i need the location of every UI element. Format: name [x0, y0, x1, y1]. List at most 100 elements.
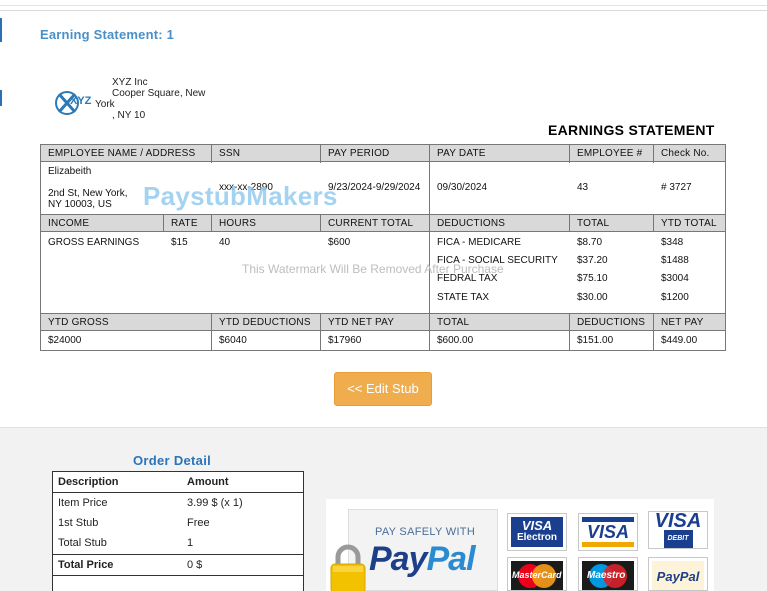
lock-icon — [330, 544, 366, 591]
income-hours: 40 — [219, 237, 231, 248]
company-address: XYZ Inc Cooper Square, New York , NY 10 — [95, 77, 215, 121]
deduction-ytd: $1200 — [661, 292, 689, 303]
column-divider — [320, 145, 321, 163]
mastercard-card-icon: MasterCard — [507, 557, 567, 591]
column-divider — [163, 214, 164, 232]
paypal-logo-pay: Pay — [369, 540, 427, 578]
order-row-amount: 3.99 $ (x 1) — [187, 497, 243, 509]
payment-methods-box: PAY SAFELY WITH PayPal VISA Electron VIS… — [326, 499, 714, 591]
column-divider — [653, 145, 654, 163]
column-divider — [211, 313, 212, 350]
maestro-card-icon: Maestro — [578, 557, 638, 591]
header-hours: HOURS — [219, 218, 257, 229]
order-row-amount: 1 — [187, 537, 194, 549]
order-header-description: Description — [58, 476, 119, 488]
deduction-ytd: $1488 — [661, 255, 689, 266]
card-label: PayPal — [656, 568, 700, 584]
employee-header-row: EMPLOYEE NAME / ADDRESS SSN PAY PERIOD P… — [41, 144, 725, 162]
paypal-logo-pal: Pal — [426, 540, 476, 578]
order-detail-title: Order Detail — [133, 453, 212, 468]
summary-deductions: $151.00 — [577, 335, 614, 346]
pay-safely-label: PAY SAFELY WITH — [375, 526, 476, 538]
header-ytd-net-pay: YTD NET PAY — [328, 317, 395, 328]
company-name: XYZ Inc — [112, 77, 148, 88]
order-row-description: Total Stub — [58, 537, 107, 549]
order-row: Total Stub 1 — [53, 533, 303, 553]
income-rate: $15 — [171, 237, 188, 248]
header-deductions: DEDUCTIONS — [437, 218, 506, 229]
column-divider — [653, 214, 654, 232]
edit-stub-button[interactable]: << Edit Stub — [334, 372, 432, 406]
column-divider — [211, 214, 212, 232]
deduction-total: $37.20 — [577, 255, 608, 266]
company-address-line3: , NY 10 — [112, 110, 146, 121]
employee-address-line1: 2nd St, New York, — [48, 188, 128, 199]
watermark-brand: PaystubMakers — [143, 181, 338, 211]
column-divider — [653, 313, 654, 350]
visa-card-icon: VISA — [578, 513, 638, 551]
header-ytd-total: YTD TOTAL — [661, 218, 717, 229]
header-summary-deductions: DEDUCTIONS — [577, 317, 646, 328]
order-row-amount: Free — [187, 517, 210, 529]
income-current-total: $600 — [328, 237, 351, 248]
pay-period: 9/23/2024-9/29/2024 — [328, 182, 421, 193]
employee-name: Elizabeith — [48, 166, 92, 177]
summary-total: $600.00 — [437, 335, 474, 346]
header-check-number: Check No. — [661, 148, 710, 159]
summary-header-row: YTD GROSS YTD DEDUCTIONS YTD NET PAY TOT… — [41, 313, 725, 331]
column-divider — [569, 214, 570, 232]
header-rate: RATE — [171, 218, 198, 229]
deduction-ytd: $3004 — [661, 273, 689, 284]
header-summary-total: TOTAL — [437, 317, 470, 328]
employee-address-line2: NY 10003, US — [48, 199, 112, 210]
header-employee-name: EMPLOYEE NAME / ADDRESS — [48, 148, 196, 159]
visa-electron-card-icon: VISA Electron — [507, 513, 567, 551]
left-accent-bar — [0, 18, 2, 42]
header-total: TOTAL — [577, 218, 610, 229]
paypal-checkout-panel[interactable]: PAY SAFELY WITH PayPal — [348, 509, 498, 591]
column-divider — [320, 313, 321, 350]
paypal-card-icon: PayPal — [648, 557, 708, 591]
column-divider — [569, 313, 570, 350]
section-title: Earning Statement: 1 — [40, 27, 175, 42]
header-ssn: SSN — [219, 148, 241, 159]
header-pay-date: PAY DATE — [437, 148, 486, 159]
header-net-pay: NET PAY — [661, 317, 704, 328]
column-divider — [320, 214, 321, 232]
card-label: MasterCard — [512, 570, 562, 580]
company-logo-text: XYZ — [70, 95, 92, 107]
order-row-description: Item Price — [58, 497, 108, 509]
header-current-total: CURRENT TOTAL — [328, 218, 414, 229]
card-label: VISA — [521, 518, 553, 533]
order-header-amount: Amount — [187, 476, 229, 488]
top-divider — [0, 5, 767, 6]
column-divider — [211, 145, 212, 163]
deduction-total: $30.00 — [577, 292, 608, 303]
deduction-ytd: $348 — [661, 237, 684, 248]
paypal-logo: PayPal — [369, 540, 476, 579]
company-address-line2: York — [95, 99, 115, 110]
company-address-line1: Cooper Square, New — [112, 88, 206, 99]
card-label: VISA — [586, 521, 629, 542]
deduction-total: $8.70 — [577, 237, 603, 248]
income-label: GROSS EARNINGS — [48, 237, 140, 248]
header-income: INCOME — [48, 218, 90, 229]
ytd-net-pay: $17960 — [328, 335, 362, 346]
order-total-row: Total Price 0 $ — [53, 555, 303, 575]
ytd-deductions: $6040 — [219, 335, 247, 346]
deduction-total: $75.10 — [577, 273, 608, 284]
visa-debit-card-icon: VISA DEBIT — [648, 511, 708, 549]
card-sublabel: DEBIT — [663, 530, 693, 548]
earnings-header-row: INCOME RATE HOURS CURRENT TOTAL DEDUCTIO… — [41, 214, 725, 232]
order-total-label: Total Price — [58, 559, 114, 571]
order-total-value: 0 $ — [187, 559, 203, 571]
order-divider — [53, 575, 303, 576]
left-accent-bar-2 — [0, 90, 2, 106]
statement-title: EARNINGS STATEMENT — [548, 122, 715, 138]
ytd-gross: $24000 — [48, 335, 82, 346]
header-pay-period: PAY PERIOD — [328, 148, 390, 159]
header-ytd-gross: YTD GROSS — [48, 317, 109, 328]
watermark-notice: This Watermark Will Be Removed After Pur… — [242, 262, 504, 276]
order-row: Item Price 3.99 $ (x 1) — [53, 493, 303, 513]
order-row: 1st Stub Free — [53, 513, 303, 533]
